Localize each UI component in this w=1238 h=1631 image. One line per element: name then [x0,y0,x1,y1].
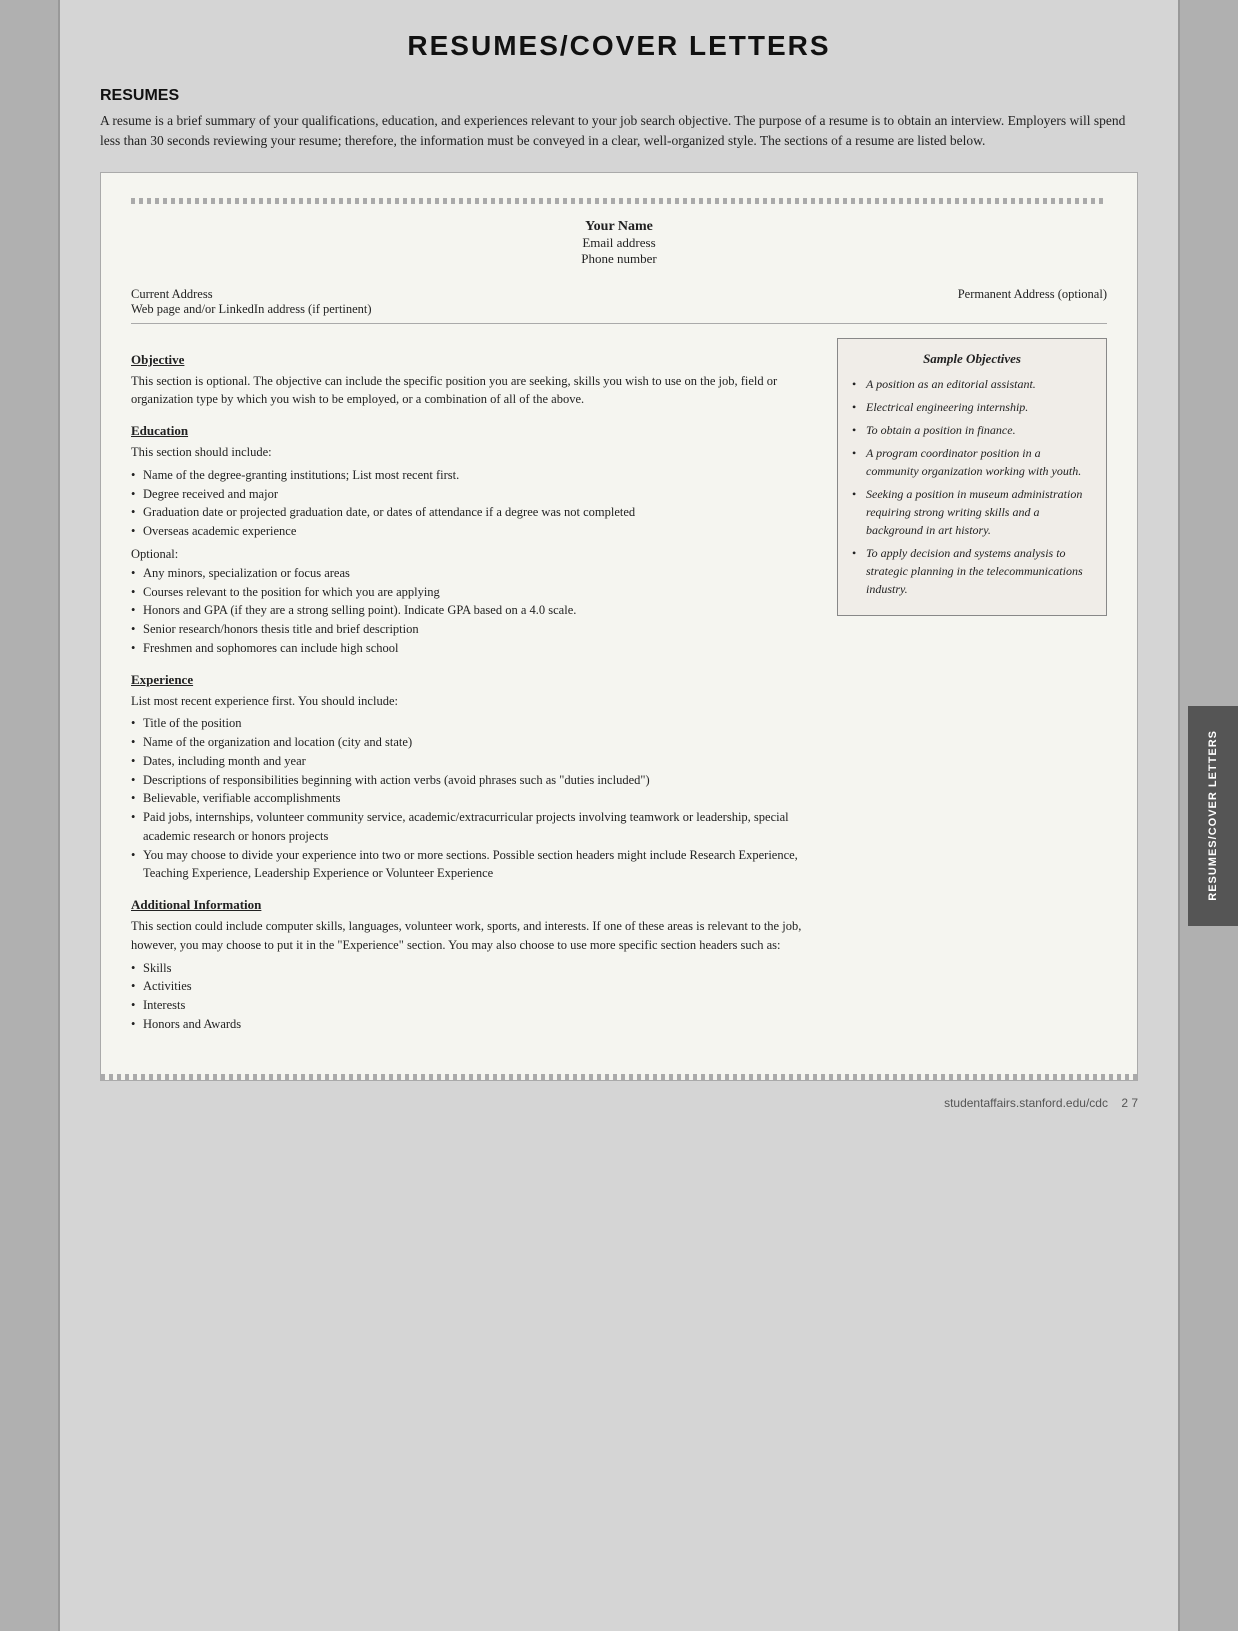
main-content: RESUMES/COVER LETTERS RESUMES A resume i… [60,0,1178,1631]
objective-item: A position as an editorial assistant. [852,375,1092,393]
list-item: Activities [131,977,817,996]
optional-label: Optional: [131,547,817,562]
doc-address-row: Current Address Web page and/or LinkedIn… [131,287,1107,317]
doc-additional-text: This section could include computer skil… [131,917,817,955]
sample-objectives-list: A position as an editorial assistant. El… [852,375,1092,598]
doc-divider [131,323,1107,324]
doc-experience-intro: List most recent experience first. You s… [131,692,817,711]
footer-page: 2 7 [1121,1096,1138,1110]
list-item: Title of the position [131,714,817,733]
list-item: Skills [131,959,817,978]
doc-experience-title: Experience [131,672,817,688]
doc-objective-title: Objective [131,352,817,368]
resumes-heading: RESUMES [100,87,1138,105]
list-item: Paid jobs, internships, volunteer commun… [131,808,817,846]
page-wrapper: RESUMES/COVER LETTERS RESUMES A resume i… [0,0,1238,1631]
doc-optional-list: Any minors, specialization or focus area… [131,564,817,658]
list-item: Honors and GPA (if they are a strong sel… [131,601,817,620]
doc-email: Email address [131,235,1107,251]
resumes-intro: A resume is a brief summary of your qual… [100,111,1138,152]
doc-permanent-address: Permanent Address (optional) [958,287,1107,317]
doc-left-column: Objective This section is optional. The … [131,338,817,1040]
page-title: RESUMES/COVER LETTERS [100,30,1138,62]
right-tab-label: RESUMES/COVER LETTERS [1207,730,1219,901]
doc-objective-text: This section is optional. The objective … [131,372,817,410]
objective-item: To obtain a position in finance. [852,421,1092,439]
list-item: Freshmen and sophomores can include high… [131,639,817,658]
list-item: Interests [131,996,817,1015]
doc-phone: Phone number [131,251,1107,267]
list-item: Graduation date or projected graduation … [131,503,817,522]
left-border [0,0,60,1631]
right-border-tab: RESUMES/COVER LETTERS [1188,706,1238,926]
list-item: Name of the degree-granting institutions… [131,466,817,485]
page-footer: studentaffairs.stanford.edu/cdc 2 7 [100,1096,1138,1110]
list-item: Name of the organization and location (c… [131,733,817,752]
doc-current-address-block: Current Address Web page and/or LinkedIn… [131,287,372,317]
doc-web-address: Web page and/or LinkedIn address (if per… [131,302,372,317]
list-item: Any minors, specialization or focus area… [131,564,817,583]
list-item: You may choose to divide your experience… [131,846,817,884]
list-item: Honors and Awards [131,1015,817,1034]
sample-objectives-title: Sample Objectives [852,351,1092,367]
objective-item: To apply decision and systems analysis t… [852,544,1092,598]
doc-education-intro: This section should include: [131,443,817,462]
right-border: RESUMES/COVER LETTERS [1178,0,1238,1631]
doc-education-list: Name of the degree-granting institutions… [131,466,817,541]
doc-additional-title: Additional Information [131,897,817,913]
list-item: Degree received and major [131,485,817,504]
objective-item: A program coordinator position in a comm… [852,444,1092,480]
doc-education-title: Education [131,423,817,439]
doc-experience-list: Title of the position Name of the organi… [131,714,817,883]
footer-url: studentaffairs.stanford.edu/cdc [944,1096,1108,1110]
doc-name: Your Name [131,219,1107,235]
doc-header: Your Name Email address Phone number [131,219,1107,267]
list-item: Dates, including month and year [131,752,817,771]
doc-right-column: Sample Objectives A position as an edito… [837,338,1107,1040]
doc-additional-list: Skills Activities Interests Honors and A… [131,959,817,1034]
list-item: Overseas academic experience [131,522,817,541]
document-box: Your Name Email address Phone number Cur… [100,172,1138,1081]
objective-item: Seeking a position in museum administrat… [852,485,1092,539]
list-item: Descriptions of responsibilities beginni… [131,771,817,790]
doc-body: Objective This section is optional. The … [131,338,1107,1040]
objective-item: Electrical engineering internship. [852,398,1092,416]
list-item: Senior research/honors thesis title and … [131,620,817,639]
list-item: Courses relevant to the position for whi… [131,583,817,602]
list-item: Believable, verifiable accomplishments [131,789,817,808]
doc-current-address: Current Address [131,287,372,302]
sample-objectives-box: Sample Objectives A position as an edito… [837,338,1107,616]
